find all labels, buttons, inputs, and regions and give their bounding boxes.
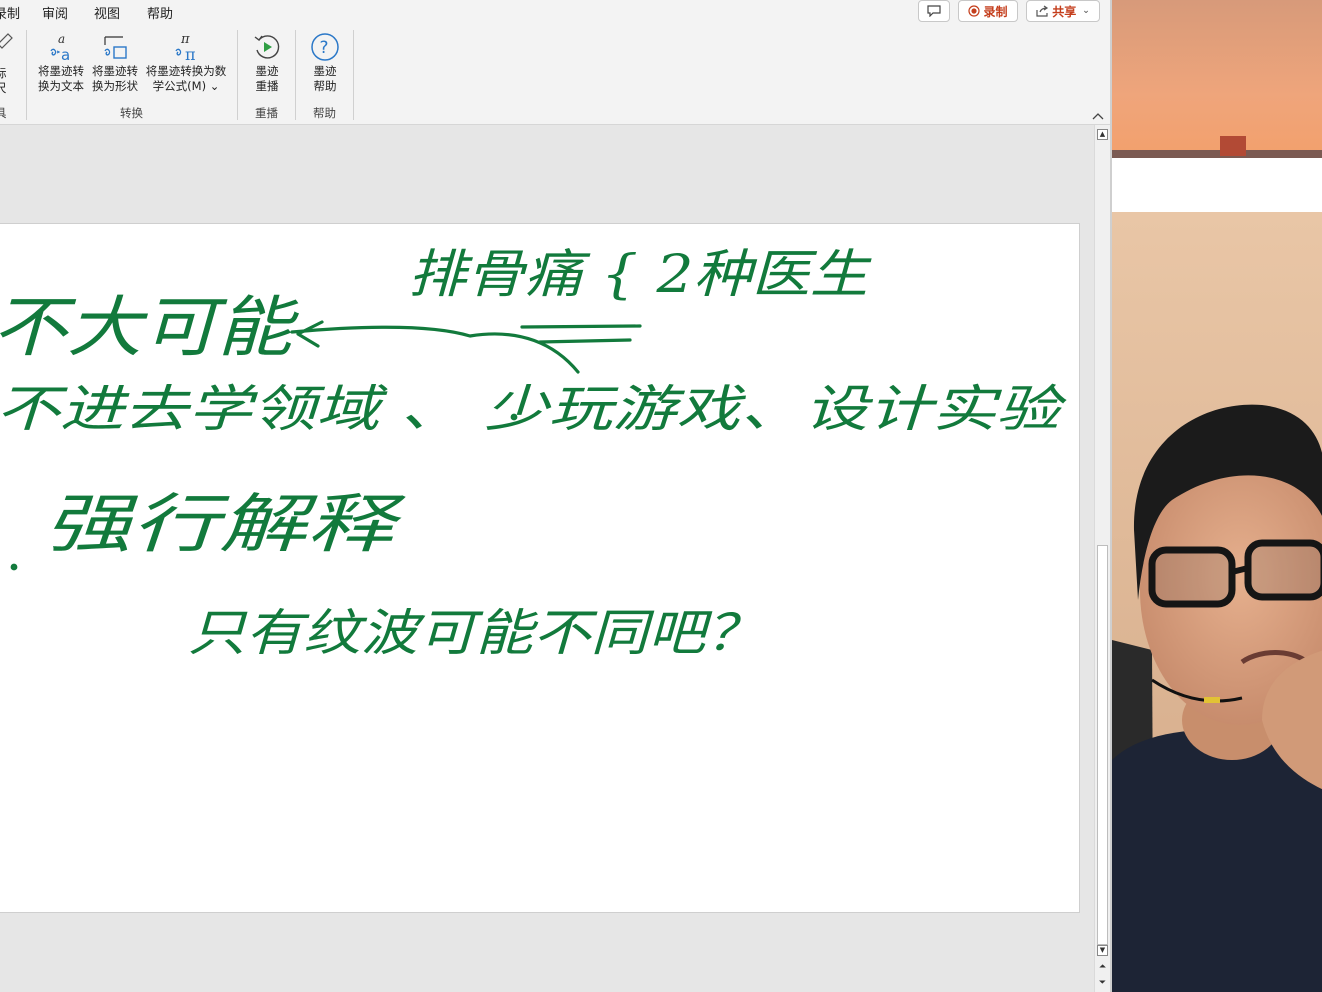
webcam-overlay bbox=[1110, 0, 1322, 992]
share-button[interactable]: 共享 ⌄ bbox=[1026, 0, 1100, 22]
ink-help-button[interactable]: ? 墨迹 帮助 bbox=[302, 30, 348, 94]
menu-bar: 录制 审阅 视图 帮助 录制 共享 ⌄ bbox=[0, 0, 1110, 24]
ribbon-divider bbox=[237, 30, 238, 120]
previous-slide-icon[interactable]: ⏶ bbox=[1097, 963, 1108, 974]
svg-text:a: a bbox=[61, 46, 70, 63]
button-label: 将墨迹转 bbox=[38, 64, 84, 78]
menu-item-record[interactable]: 录制 bbox=[0, 3, 20, 22]
replay-icon bbox=[254, 35, 280, 59]
button-label: 帮助 bbox=[313, 79, 337, 93]
horizon bbox=[1112, 150, 1322, 158]
group-label-help: 帮助 bbox=[313, 106, 336, 120]
ink-to-text-icon: a a bbox=[50, 32, 70, 63]
svg-text:a: a bbox=[58, 32, 65, 46]
chevron-down-icon: ⌄ bbox=[1082, 6, 1090, 16]
menu-item-help[interactable]: 帮助 bbox=[147, 3, 173, 22]
button-label: 换为形状 bbox=[92, 79, 138, 93]
scroll-down-arrow[interactable]: ▼ bbox=[1097, 945, 1108, 956]
glasses-left bbox=[1148, 546, 1236, 608]
headset-mic-tip bbox=[1204, 697, 1220, 703]
next-slide-icon[interactable]: ⏷ bbox=[1097, 979, 1108, 990]
share-button-label: 共享 bbox=[1052, 4, 1077, 19]
glasses-right bbox=[1244, 539, 1322, 601]
ink-dot bbox=[10, 563, 18, 571]
slide-editor: 排骨痛 { 2种医生 不大可能 不进去学领域 、 少玩游戏、设计实验 强行解释 … bbox=[0, 125, 1094, 992]
shirt bbox=[1112, 730, 1322, 992]
white-gap bbox=[1112, 158, 1322, 212]
partial-label: 标 bbox=[0, 66, 7, 80]
ruler-icon[interactable] bbox=[0, 30, 14, 52]
ink-stroke-underline bbox=[520, 324, 642, 329]
partial-label: 尺 bbox=[0, 81, 7, 95]
sunset-sky bbox=[1112, 0, 1322, 158]
ink-line: 不进去学领域 、 少玩游戏、设计实验 bbox=[0, 380, 1068, 438]
ink-to-math-icon: π π bbox=[175, 32, 196, 63]
button-label: 重播 bbox=[255, 79, 279, 93]
vertical-scrollbar[interactable]: ▲ ▼ ⏶ ⏷ bbox=[1094, 125, 1110, 992]
button-label: 墨迹 bbox=[255, 64, 279, 78]
record-icon bbox=[968, 5, 981, 17]
ribbon-divider bbox=[295, 30, 296, 120]
svg-text:π: π bbox=[185, 45, 196, 63]
slide-canvas[interactable]: 排骨痛 { 2种医生 不大可能 不进去学领域 、 少玩游戏、设计实验 强行解释 … bbox=[0, 223, 1080, 913]
glasses-bridge bbox=[1231, 565, 1249, 575]
ink-line: 强行解释 bbox=[44, 488, 406, 562]
ink-stroke-arrowhead bbox=[296, 320, 324, 348]
button-label: 学公式(M) ⌄ bbox=[152, 79, 220, 93]
ribbon-divider bbox=[26, 30, 27, 120]
button-label: 墨迹 bbox=[313, 64, 337, 78]
menu-item-review[interactable]: 审阅 bbox=[42, 3, 68, 22]
presenter-video-feed bbox=[1112, 0, 1322, 992]
svg-text:?: ? bbox=[320, 38, 329, 58]
powerpoint-window: 录制 审阅 视图 帮助 录制 共享 ⌄ 标 尺 具 a a 将墨迹转 换为文本 … bbox=[0, 0, 1110, 992]
group-label-replay: 重播 bbox=[255, 106, 278, 120]
ribbon: 标 尺 具 a a 将墨迹转 换为文本 将墨迹转 换为形状 π π 将墨迹转换为… bbox=[0, 24, 1110, 125]
ink-to-math-button[interactable]: π π 将墨迹转换为数 学公式(M) ⌄ bbox=[142, 30, 230, 94]
ink-line: 只有纹波可能不同吧？ bbox=[188, 604, 763, 662]
distant-building bbox=[1220, 136, 1246, 156]
ink-replay-button[interactable]: 墨迹 重播 bbox=[244, 30, 290, 94]
ink-to-shape-icon bbox=[104, 36, 127, 59]
collapse-ribbon-icon[interactable] bbox=[1092, 112, 1104, 120]
scroll-up-arrow[interactable]: ▲ bbox=[1097, 129, 1108, 140]
group-label-convert: 转换 bbox=[120, 106, 143, 120]
comments-button[interactable] bbox=[918, 0, 950, 22]
ribbon-divider bbox=[353, 30, 354, 120]
menu-item-view[interactable]: 视图 bbox=[94, 3, 120, 22]
ink-annotations: 排骨痛 { 2种医生 不大可能 不进去学领域 、 少玩游戏、设计实验 强行解释 … bbox=[0, 245, 1068, 662]
ink-line: 排骨痛 { 2种医生 bbox=[408, 245, 872, 305]
ink-line: 不大可能 bbox=[0, 289, 300, 366]
button-label: 将墨迹转换为数 bbox=[145, 64, 227, 78]
share-icon bbox=[1036, 5, 1049, 17]
scroll-thumb[interactable] bbox=[1097, 545, 1108, 945]
ink-stroke-arrow bbox=[290, 325, 580, 374]
ink-to-text-button[interactable]: a a 将墨迹转 换为文本 bbox=[34, 30, 88, 94]
ink-stroke-underline bbox=[538, 338, 632, 344]
button-label: 将墨迹转 bbox=[92, 64, 138, 78]
partial-group-label: 具 bbox=[0, 106, 7, 120]
button-label: 换为文本 bbox=[38, 79, 84, 93]
ink-to-shape-button[interactable]: 将墨迹转 换为形状 bbox=[88, 30, 142, 94]
comment-icon bbox=[927, 5, 941, 17]
record-button-label: 录制 bbox=[983, 4, 1008, 19]
record-button[interactable]: 录制 bbox=[958, 0, 1018, 22]
help-icon: ? bbox=[311, 33, 339, 61]
